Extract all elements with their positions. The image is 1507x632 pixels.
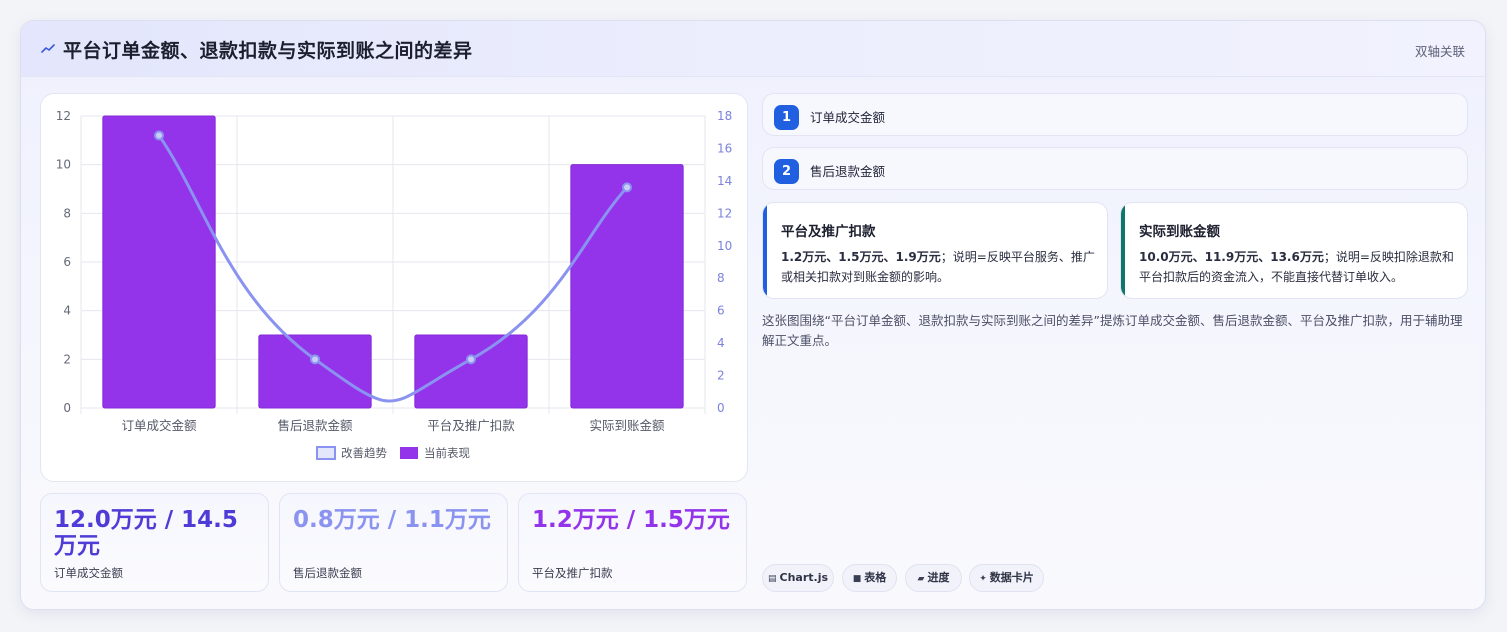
trend-point: [154, 130, 164, 141]
bar: [102, 115, 216, 409]
x-tick-label: 售后退款金额: [277, 418, 353, 433]
tag-table[interactable]: ■ 表格: [842, 564, 897, 592]
trend-point: [466, 354, 476, 365]
trend-icon: [41, 44, 55, 53]
stat-value: 1.2万元 / 1.5万元: [532, 507, 730, 533]
sparkle-icon: ✦: [979, 574, 987, 584]
step-number-badge: 2: [774, 159, 799, 184]
stat-card-orders: 12.0万元 / 14.5万元 订单成交金额: [40, 493, 269, 592]
y2-tick-label: 16: [717, 141, 732, 155]
y2-tick-label: 2: [717, 369, 725, 383]
stat-card-deductions: 1.2万元 / 1.5万元 平台及推广扣款: [518, 493, 747, 592]
stat-card-refunds: 0.8万元 / 1.1万元 售后退款金额: [279, 493, 508, 592]
bar: [570, 164, 684, 409]
y2-tick-label: 12: [717, 206, 732, 220]
accent-bar: [763, 203, 767, 298]
trend-point: [310, 354, 320, 365]
y2-tick-label: 8: [717, 271, 725, 285]
step-number-badge: 1: [774, 105, 799, 130]
dual-axis-badge: 双轴关联: [1414, 44, 1465, 59]
legend-swatch: [400, 447, 418, 459]
y2-tick-label: 14: [717, 174, 732, 188]
chart-panel: 0 2 4 6 8 10 12 0 2 4 6 8 10 12 14 16 18 订单成交金额 售后退款金额 平台及推…: [40, 93, 748, 482]
y-tick-label: 8: [63, 206, 71, 220]
stat-value: 0.8万元 / 1.1万元: [293, 507, 491, 533]
y-tick-label: 6: [63, 255, 71, 269]
legend-label: 改善趋势: [341, 446, 387, 460]
tag-chartjs[interactable]: ▤ Chart.js: [762, 564, 834, 592]
stat-value: 12.0万元 / 14.5万元: [54, 507, 238, 559]
chart-icon: ▤: [767, 574, 777, 584]
x-tick-label: 平台及推广扣款: [427, 418, 515, 433]
stat-label: 订单成交金额: [54, 566, 123, 580]
y2-tick-label: 18: [717, 109, 732, 123]
y2-tick-label: 6: [717, 304, 725, 318]
x-tick-label: 订单成交金额: [121, 418, 197, 433]
summary-text: 这张图围绕“平台订单金额、退款扣款与实际到账之间的差异”提炼订单成交金额、售后退…: [762, 313, 1463, 348]
trend-point: [622, 182, 632, 193]
chart-card: 平台订单金额、退款扣款与实际到账之间的差异 双轴关联 0 2 4 6 8 10 12 0 2 4 6…: [20, 20, 1486, 610]
legend-label: 当前表现: [424, 446, 470, 460]
info-title: 平台及推广扣款: [781, 224, 876, 240]
tag-data-card[interactable]: ✦ 数据卡片: [969, 564, 1044, 592]
stat-label: 售后退款金额: [293, 566, 362, 580]
x-tick-label: 实际到账金额: [589, 418, 665, 433]
accent-bar: [1121, 203, 1125, 298]
y2-tick-label: 0: [717, 401, 725, 415]
info-card-net-received: 实际到账金额 10.0万元、11.9万元、13.6万元；说明=反映扣除退款和平台…: [1120, 202, 1468, 299]
y-tick-label: 0: [63, 401, 71, 415]
progress-icon: ▰: [917, 574, 925, 584]
step-label: 售后退款金额: [810, 164, 886, 179]
y-tick-label: 10: [56, 158, 71, 172]
bar: [414, 334, 528, 409]
info-text: 10.0万元、11.9万元、13.6万元；说明=反映扣除退款和平台扣款后的资金流…: [1139, 250, 1454, 284]
info-text: 1.2万元、1.5万元、1.9万元；说明=反映平台服务、推广或相关扣款对到账金额…: [781, 250, 1095, 284]
y2-tick-label: 10: [717, 239, 732, 253]
info-card-deductions: 平台及推广扣款 1.2万元、1.5万元、1.9万元；说明=反映平台服务、推广或相…: [762, 202, 1108, 299]
combo-chart: 0 2 4 6 8 10 12 0 2 4 6 8 10 12 14 16 18 订单成交金额 售后退款金额 平台及推…: [56, 109, 732, 460]
step-label: 订单成交金额: [810, 110, 886, 125]
tag-progress[interactable]: ▰ 进度: [905, 564, 962, 592]
table-icon: ■: [852, 574, 862, 584]
card-header: 平台订单金额、退款扣款与实际到账之间的差异 双轴关联: [21, 21, 1485, 77]
page-title: 平台订单金额、退款扣款与实际到账之间的差异: [63, 40, 473, 62]
y2-tick-label: 4: [717, 336, 725, 350]
info-title: 实际到账金额: [1139, 224, 1220, 240]
step-item-1[interactable]: 1 订单成交金额: [762, 93, 1468, 136]
y-tick-label: 2: [63, 352, 71, 366]
y-tick-label: 4: [63, 304, 71, 318]
stat-label: 平台及推广扣款: [532, 566, 613, 580]
bar: [258, 334, 372, 409]
legend-swatch: [316, 446, 336, 460]
step-item-2[interactable]: 2 售后退款金额: [762, 147, 1468, 190]
y-tick-label: 12: [56, 109, 71, 123]
